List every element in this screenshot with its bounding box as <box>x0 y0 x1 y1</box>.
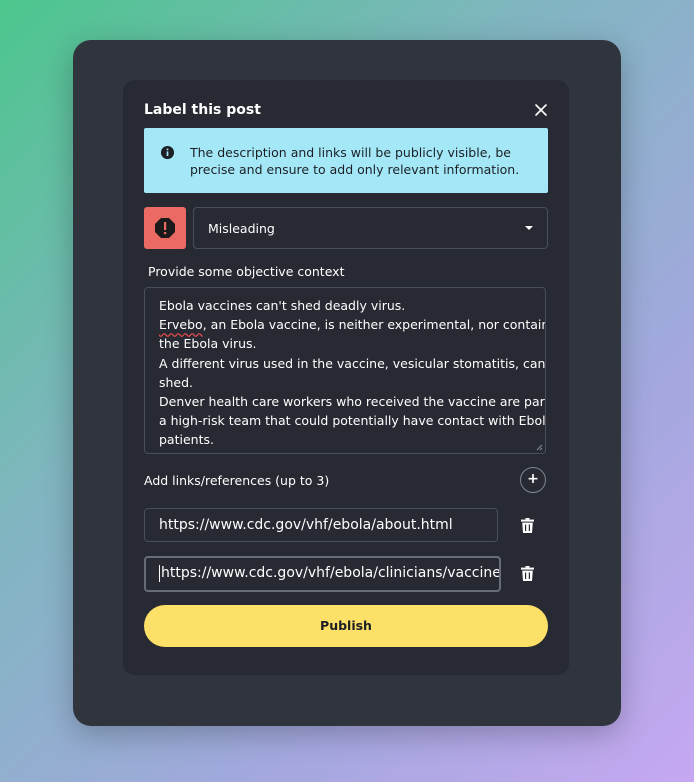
dialog-title: Label this post <box>144 102 261 118</box>
plus-icon: + <box>527 471 539 487</box>
delete-link-button[interactable] <box>521 566 534 581</box>
misspelled-word: Ervebo <box>159 317 203 333</box>
link-value: https://www.cdc.gov/vhf/ebola/clinicians… <box>161 565 501 581</box>
context-line: Denver health care workers who received … <box>159 394 546 410</box>
label-type-select[interactable]: Misleading <box>193 207 548 249</box>
link-input-2[interactable]: https://www.cdc.gov/vhf/ebola/clinicians… <box>144 556 501 592</box>
context-line: patients. <box>159 432 214 448</box>
info-icon <box>160 145 175 160</box>
text-cursor <box>159 564 160 582</box>
context-line: shed. <box>159 374 194 390</box>
add-link-button[interactable]: + <box>520 467 546 493</box>
context-line: the Ebola virus. <box>159 336 257 352</box>
warning-icon <box>155 218 175 238</box>
delete-link-button[interactable] <box>521 518 534 533</box>
select-value: Misleading <box>208 221 275 236</box>
publish-button[interactable]: Publish <box>144 605 548 647</box>
resize-handle[interactable] <box>536 444 543 451</box>
context-line-rest: , an Ebola vaccine, is neither experimen… <box>202 317 546 333</box>
close-button[interactable] <box>531 100 551 120</box>
context-line: a high-risk team that could potentially … <box>159 413 546 429</box>
context-line: Ebola vaccines can't shed deadly virus. <box>159 298 406 313</box>
context-label: Provide some objective context <box>148 264 345 279</box>
context-line: A different virus used in the vaccine, v… <box>159 355 546 371</box>
context-line: Ervebo, an Ebola vaccine, is neither exp… <box>159 315 545 334</box>
links-label: Add links/references (up to 3) <box>144 473 330 488</box>
link-input-1[interactable]: https://www.cdc.gov/vhf/ebola/about.html <box>144 508 498 542</box>
context-textarea[interactable]: Ebola vaccines can't shed deadly virus. … <box>144 287 546 454</box>
chevron-down-icon <box>525 226 533 230</box>
warning-badge <box>144 207 186 249</box>
label-post-dialog: Label this post The description and link… <box>123 80 569 675</box>
link-value: https://www.cdc.gov/vhf/ebola/about.html <box>159 517 453 533</box>
info-text: The description and links will be public… <box>190 145 520 177</box>
close-icon <box>535 104 547 116</box>
info-banner: The description and links will be public… <box>144 128 548 193</box>
